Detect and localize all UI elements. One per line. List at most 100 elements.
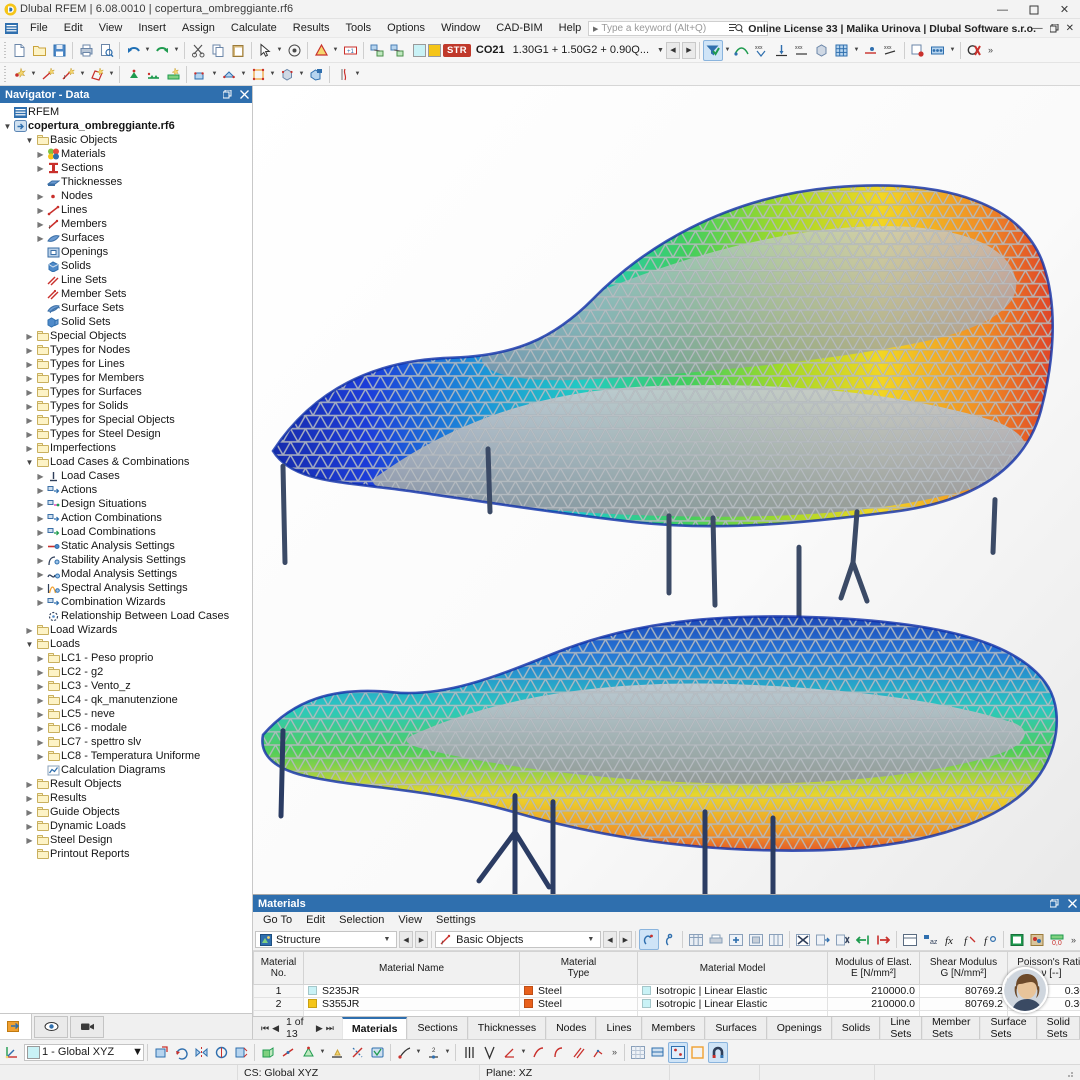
tree-node-load-cases-combinations[interactable]: ▼ Load Cases & Combinations	[0, 455, 252, 469]
tree-expander[interactable]: ▶	[35, 556, 46, 565]
tree-node-lc7-spettro-slv[interactable]: ▶ LC7 - spettro slv	[0, 735, 252, 749]
tree-expander[interactable]: ▶	[24, 794, 35, 803]
extrude-button[interactable]	[258, 1042, 278, 1063]
numeric-format-button[interactable]: 0,0	[1047, 929, 1067, 950]
angle-snap-button[interactable]	[499, 1042, 519, 1063]
tree-expander[interactable]: ▶	[35, 570, 46, 579]
tab-solids[interactable]: Solids	[831, 1017, 881, 1039]
tree-node-modal-analysis-settings[interactable]: ▶ Modal Analysis Settings	[0, 567, 252, 581]
tree-expander[interactable]: ▶	[24, 836, 35, 845]
table-pager[interactable]: ⏮ ◀ 1 of 13 ▶ ⏭	[253, 1016, 342, 1040]
tree-expander[interactable]: ▶	[35, 472, 46, 481]
tree-node-loads[interactable]: ▼ Loads	[0, 637, 252, 651]
print-button[interactable]	[76, 40, 96, 61]
imperfection-button[interactable]	[333, 64, 353, 85]
materials-menu-goto[interactable]: Go To	[256, 912, 299, 929]
cell-shear-modulus[interactable]: 80769.2	[919, 997, 1008, 1011]
cell-material-model[interactable]: Isotropic | Linear Elastic	[637, 984, 828, 998]
materials-table-container[interactable]: Material No. Material Name Material Type M…	[253, 951, 1080, 1016]
tree-node-guide-objects[interactable]: ▶ Guide Objects	[0, 805, 252, 819]
tree-expander[interactable]: ▶	[35, 500, 46, 509]
tree-node-types-for-surfaces[interactable]: ▶ Types for Surfaces	[0, 385, 252, 399]
tree-node-types-for-members[interactable]: ▶ Types for Members	[0, 371, 252, 385]
open-file-button[interactable]	[29, 40, 49, 61]
objects-combo[interactable]: I Basic Objects ▼	[435, 931, 602, 948]
measure-button[interactable]	[367, 1042, 387, 1063]
load-combination-selector[interactable]: STR CO21 1.30G1 + 1.50G2 + 0.90Q... ▼ ◀ …	[413, 41, 696, 59]
tree-node-solids[interactable]: Solids	[0, 259, 252, 273]
tree-node-lc3-vento-z[interactable]: ▶ LC3 - Vento_z	[0, 679, 252, 693]
tree-node-load-combinations[interactable]: ▶ Load Combinations	[0, 525, 252, 539]
insert-row-button[interactable]	[726, 929, 746, 950]
navigator-display-tab[interactable]	[34, 1015, 68, 1038]
spline-button[interactable]	[548, 1042, 568, 1063]
tree-node-spectral-analysis-settings[interactable]: ▶ Spectral Analysis Settings	[0, 581, 252, 595]
tree-node-stability-analysis-settings[interactable]: ▶ Stability Analysis Settings	[0, 553, 252, 567]
grid-view-button[interactable]	[832, 40, 852, 61]
tab-surfaces[interactable]: Surfaces	[705, 1017, 767, 1039]
cell-material-no[interactable]: 1	[253, 984, 304, 998]
toolbar-overflow-button[interactable]: »	[984, 45, 997, 55]
rotate-object-button[interactable]	[171, 1042, 191, 1063]
surface-results-button[interactable]: xxx	[881, 40, 901, 61]
polyline-button[interactable]	[588, 1042, 608, 1063]
solid-load-button[interactable]	[277, 64, 297, 85]
tree-node-special-objects[interactable]: ▶ Special Objects	[0, 329, 252, 343]
tree-expander[interactable]: ▶	[35, 710, 46, 719]
tree-node-sections[interactable]: ▶ Sections	[0, 161, 252, 175]
coordinate-system-icon[interactable]	[2, 1042, 22, 1063]
tree-expander[interactable]: ▶	[35, 220, 46, 229]
tree-expander[interactable]: ▶	[35, 206, 46, 215]
tree-expander[interactable]: ▶	[35, 738, 46, 747]
duplicate-row-button[interactable]	[746, 929, 766, 950]
undo-button[interactable]	[123, 40, 143, 61]
line-support-button[interactable]	[143, 64, 163, 85]
parallel-lines-button[interactable]	[459, 1042, 479, 1063]
menu-options[interactable]: Options	[379, 19, 433, 38]
materials-toolbar-overflow-button[interactable]: »	[1067, 935, 1080, 945]
tree-expander[interactable]: ▼	[24, 640, 35, 649]
tree-node-combination-wizards[interactable]: ▶ Combination Wizards	[0, 595, 252, 609]
tree-node-thicknesses[interactable]: Thicknesses	[0, 175, 252, 189]
intersect-dropdown[interactable]: ▼	[318, 1042, 327, 1063]
objects-next-button[interactable]: ▶	[618, 931, 633, 948]
load-case-next-button[interactable]	[387, 40, 407, 61]
structure-combo[interactable]: Structure ▼	[255, 931, 398, 948]
tree-node-static-analysis-settings[interactable]: ▶ Static Analysis Settings	[0, 539, 252, 553]
tree-node-types-for-special-objects[interactable]: ▶ Types for Special Objects	[0, 413, 252, 427]
formula-edit-button[interactable]: f	[980, 929, 1000, 950]
new-file-button[interactable]	[9, 40, 29, 61]
tree-node-relationship-between-load-cases[interactable]: Relationship Between Load Cases	[0, 609, 252, 623]
cell-material-name[interactable]: S355JR	[303, 997, 520, 1011]
tree-node-dynamic-loads[interactable]: ▶ Dynamic Loads	[0, 819, 252, 833]
redo-dropdown[interactable]: ▼	[172, 40, 181, 61]
tree-node-lc1-peso-proprio[interactable]: ▶ LC1 - Peso proprio	[0, 651, 252, 665]
materials-close-icon[interactable]	[1068, 899, 1077, 908]
snap-settings-button[interactable]	[284, 40, 304, 61]
tab-solid-sets[interactable]: Solid Sets	[1036, 1016, 1080, 1040]
menu-calculate[interactable]: Calculate	[223, 19, 285, 38]
menu-tools[interactable]: Tools	[337, 19, 379, 38]
project-object-button[interactable]	[231, 1042, 251, 1063]
maximize-button[interactable]	[1018, 0, 1049, 19]
formula-button[interactable]: fx	[940, 929, 960, 950]
trim-button[interactable]	[347, 1042, 367, 1063]
imperfection-dropdown[interactable]: ▼	[353, 64, 362, 85]
materials-menu-settings[interactable]: Settings	[429, 912, 483, 929]
tab-thicknesses[interactable]: Thicknesses	[467, 1017, 547, 1039]
cell-modulus-elasticity[interactable]: 210000.0	[827, 984, 920, 998]
tree-node-rfem[interactable]: RFEM	[0, 105, 252, 119]
tab-surface-sets[interactable]: Surface Sets	[980, 1016, 1037, 1040]
tree-expander[interactable]: ▶	[35, 164, 46, 173]
pick-from-model-button[interactable]	[659, 929, 679, 950]
tree-node-types-for-lines[interactable]: ▶ Types for Lines	[0, 357, 252, 371]
render-mode-button[interactable]	[311, 40, 331, 61]
tree-node-lc8-temperatura-uniforme[interactable]: ▶ LC8 - Temperatura Uniforme	[0, 749, 252, 763]
select-mode-button[interactable]	[255, 40, 275, 61]
tab-nodes[interactable]: Nodes	[546, 1017, 597, 1039]
new-surface-button[interactable]	[87, 64, 107, 85]
cell-material-name[interactable]: S235JR	[303, 984, 520, 998]
move-object-button[interactable]	[151, 1042, 171, 1063]
load-combination-prev-button[interactable]: ◀	[665, 41, 680, 59]
tree-node-lc5-neve[interactable]: ▶ LC5 - neve	[0, 707, 252, 721]
